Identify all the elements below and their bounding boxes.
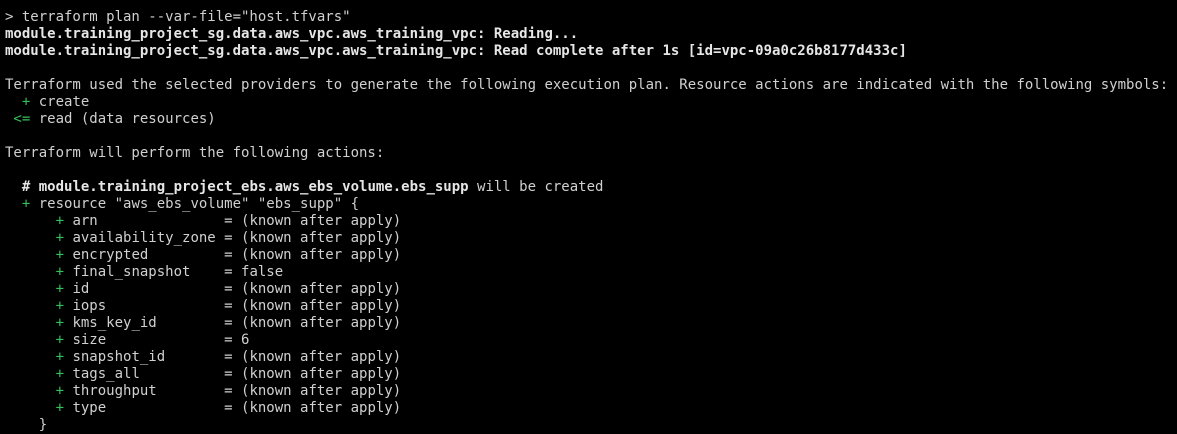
- attribute-line: + type = (known after apply): [5, 400, 1177, 417]
- attribute-text: type = (known after apply): [64, 400, 402, 416]
- resource-comment-hash: #: [5, 179, 31, 195]
- create-symbol-label: create: [30, 94, 90, 110]
- providers-line: Terraform used the selected providers to…: [5, 77, 1169, 93]
- attribute-text: iops = (known after apply): [64, 298, 402, 314]
- attribute-text: arn = (known after apply): [64, 213, 402, 229]
- attribute-add-symbol: +: [5, 281, 65, 297]
- attribute-line: + tags_all = (known after apply): [5, 366, 1177, 383]
- symbol-read-line: <= read (data resources): [5, 111, 1177, 128]
- closing-brace: }: [5, 417, 48, 433]
- attribute-line: + throughput = (known after apply): [5, 383, 1177, 400]
- attribute-text: final_snapshot = false: [64, 264, 284, 280]
- symbol-create-line: + create: [5, 94, 1177, 111]
- attribute-add-symbol: +: [5, 298, 65, 314]
- attribute-add-symbol: +: [5, 315, 65, 331]
- read-complete-line: module.training_project_sg.data.aws_vpc.…: [5, 43, 907, 59]
- attribute-text: tags_all = (known after apply): [64, 366, 402, 382]
- resource-comment-tail: will be created: [468, 179, 604, 195]
- attribute-add-symbol: +: [5, 247, 65, 263]
- attribute-add-symbol: +: [5, 213, 65, 229]
- attribute-text: snapshot_id = (known after apply): [64, 349, 402, 365]
- resource-open-line: + resource "aws_ebs_volume" "ebs_supp" {: [5, 196, 1177, 213]
- attribute-text: id = (known after apply): [64, 281, 402, 297]
- attribute-line: + iops = (known after apply): [5, 298, 1177, 315]
- attribute-line: + snapshot_id = (known after apply): [5, 349, 1177, 366]
- attribute-add-symbol: +: [5, 264, 65, 280]
- command-line: > terraform plan --var-file="host.tfvars…: [5, 9, 351, 25]
- attribute-add-symbol: +: [5, 230, 65, 246]
- resource-add-symbol: +: [5, 196, 31, 212]
- attribute-add-symbol: +: [5, 349, 65, 365]
- attribute-text: availability_zone = (known after apply): [64, 230, 402, 246]
- attribute-text: size = 6: [64, 332, 250, 348]
- partial-line-top: [5, 0, 1177, 9]
- attribute-line: + arn = (known after apply): [5, 213, 1177, 230]
- attribute-add-symbol: +: [5, 332, 65, 348]
- attribute-line: + size = 6: [5, 332, 1177, 349]
- attribute-text: encrypted = (known after apply): [64, 247, 402, 263]
- perform-line: Terraform will perform the following act…: [5, 145, 385, 161]
- attribute-list: + arn = (known after apply) + availabili…: [5, 213, 1177, 417]
- attribute-text: kms_key_id = (known after apply): [64, 315, 402, 331]
- attribute-add-symbol: +: [5, 366, 65, 382]
- create-symbol: +: [5, 94, 31, 110]
- attribute-add-symbol: +: [5, 400, 65, 416]
- resource-comment-line: # module.training_project_ebs.aws_ebs_vo…: [5, 179, 1177, 196]
- attribute-line: + id = (known after apply): [5, 281, 1177, 298]
- resource-address: module.training_project_ebs.aws_ebs_volu…: [30, 179, 469, 195]
- read-symbol-label: read (data resources): [30, 111, 216, 127]
- resource-declaration: resource "aws_ebs_volume" "ebs_supp" {: [30, 196, 360, 212]
- attribute-line: + availability_zone = (known after apply…: [5, 230, 1177, 247]
- attribute-text: throughput = (known after apply): [64, 383, 402, 399]
- terminal-output: > terraform plan --var-file="host.tfvars…: [5, 0, 1177, 434]
- attribute-line: + encrypted = (known after apply): [5, 247, 1177, 264]
- attribute-line: + final_snapshot = false: [5, 264, 1177, 281]
- reading-line: module.training_project_sg.data.aws_vpc.…: [5, 26, 579, 42]
- attribute-add-symbol: +: [5, 383, 65, 399]
- read-symbol: <=: [5, 111, 31, 127]
- attribute-line: + kms_key_id = (known after apply): [5, 315, 1177, 332]
